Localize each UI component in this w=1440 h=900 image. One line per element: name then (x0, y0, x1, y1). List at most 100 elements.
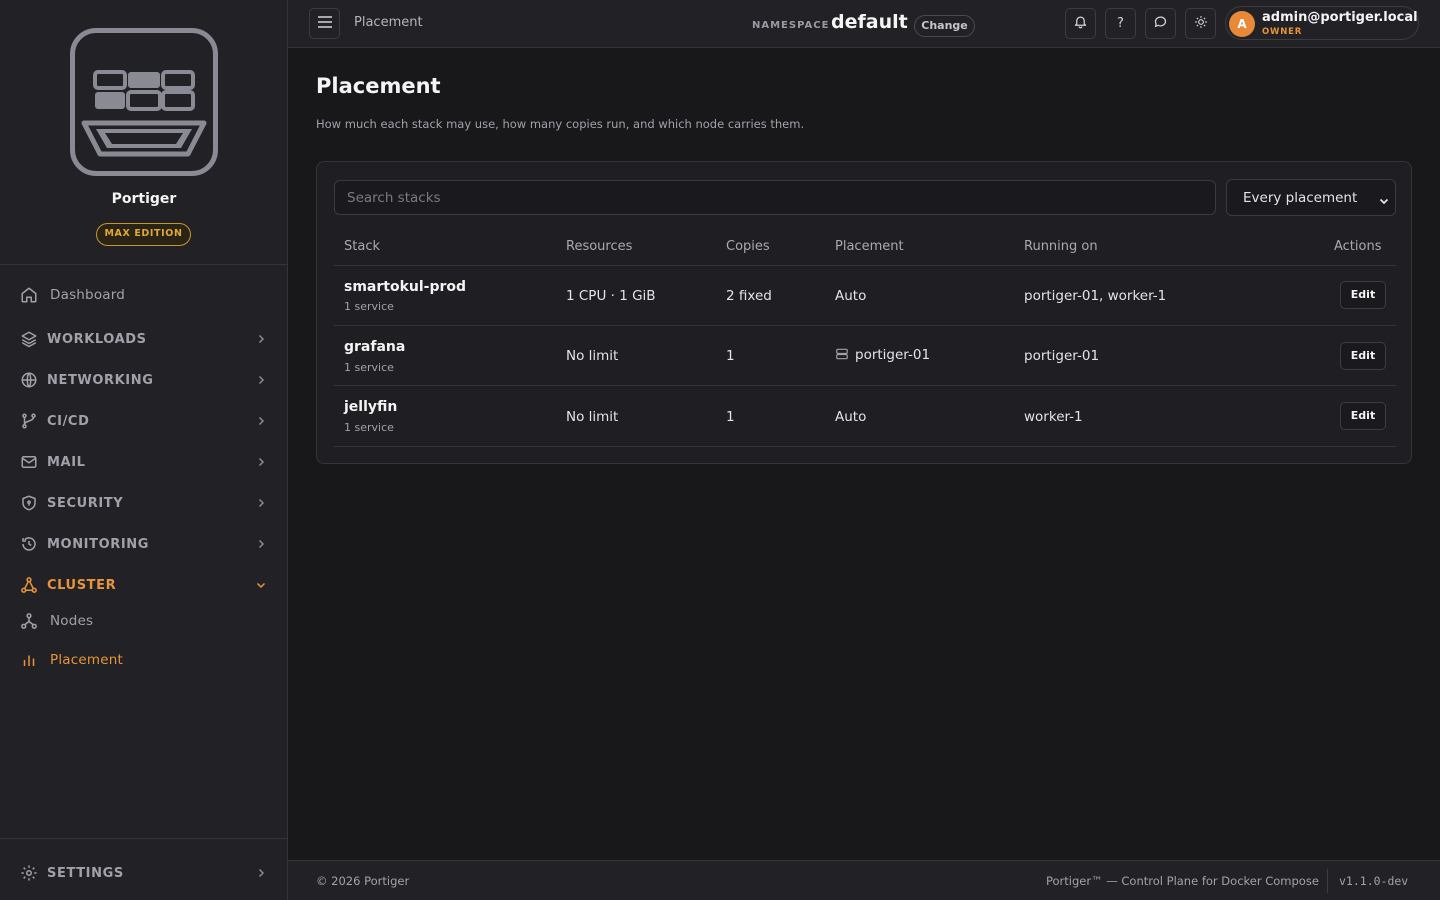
column-header-copies: Copies (726, 239, 770, 254)
chevron-right-icon (255, 374, 267, 386)
chevron-right-icon (255, 867, 267, 879)
topbar: Placement NAMESPACE default Change ? A a… (288, 0, 1440, 48)
history-icon (20, 535, 38, 553)
divider (334, 446, 1396, 447)
help-button[interactable]: ? (1105, 8, 1136, 39)
footer: © 2026 Portiger Portiger™ — Control Plan… (288, 860, 1440, 900)
chat-button[interactable] (1145, 8, 1176, 39)
chevron-down-icon (255, 579, 267, 591)
namespace-value: default (831, 11, 908, 33)
portiger-logo-icon (70, 28, 218, 176)
placement-card: Every placement Stack Resources Copies P… (316, 161, 1412, 464)
sidebar-item-cluster[interactable]: CLUSTER (0, 567, 287, 603)
gear-icon (20, 864, 38, 882)
divider (1327, 869, 1328, 893)
sidebar-item-security[interactable]: SECURITY (0, 485, 287, 521)
edit-button[interactable]: Edit (1340, 281, 1386, 309)
copyright: © 2026 Portiger (316, 874, 410, 888)
avatar: A (1229, 11, 1255, 37)
version: v1.1.0-dev (1339, 874, 1409, 888)
service-count: 1 service (344, 361, 394, 374)
sidebar-item-label: SETTINGS (47, 865, 124, 881)
layers-icon (20, 330, 38, 348)
edit-button[interactable]: Edit (1340, 402, 1386, 430)
brand-name: Portiger (111, 191, 177, 207)
sidebar-item-label: SECURITY (47, 495, 124, 511)
help-icon: ? (1117, 16, 1124, 31)
sidebar-item-label: Nodes (50, 613, 94, 629)
divider (0, 838, 287, 839)
user-email: admin@portiger.local (1262, 10, 1418, 25)
sidebar-item-label: MONITORING (47, 536, 150, 552)
sidebar-item-settings[interactable]: SETTINGS (0, 855, 287, 891)
placement-filter-select[interactable]: Every placement (1226, 179, 1396, 216)
chevron-right-icon (255, 333, 267, 345)
sidebar-item-label: CI/CD (47, 413, 90, 429)
brand-panel: Portiger MAX EDITION (0, 0, 287, 265)
page-title: Placement (316, 74, 441, 98)
sidebar-item-monitoring[interactable]: MONITORING (0, 526, 287, 562)
sidebar-item-nodes[interactable]: Nodes (0, 603, 287, 639)
server-icon (835, 347, 849, 365)
sidebar-item-label: MAIL (47, 454, 86, 470)
copies-value: 1 (726, 409, 735, 425)
running-on-value: portiger-01, worker-1 (1024, 288, 1167, 304)
divider (334, 265, 1396, 266)
nodes-icon (20, 612, 38, 630)
change-namespace-button[interactable]: Change (914, 15, 975, 37)
namespace-label: NAMESPACE (752, 20, 830, 31)
sidebar-item-dashboard[interactable]: Dashboard (0, 277, 287, 313)
stack-name[interactable]: grafana (344, 339, 405, 355)
sidebar-item-label: CLUSTER (47, 577, 117, 593)
edition-badge: MAX EDITION (96, 223, 191, 246)
user-menu[interactable]: A admin@portiger.local OWNER (1225, 6, 1419, 40)
stack-name[interactable]: smartokul-prod (344, 279, 466, 295)
sidebar-item-placement[interactable]: Placement (0, 642, 287, 678)
copies-value: 1 (726, 348, 735, 364)
resources-value: No limit (566, 409, 619, 425)
placement-value: Auto (835, 288, 867, 304)
shield-icon (20, 494, 38, 512)
divider (334, 385, 1396, 386)
stack-name[interactable]: jellyfin (344, 399, 397, 415)
bar-chart-icon (20, 651, 38, 669)
chevron-down-icon (1378, 192, 1390, 205)
sidebar-item-label: Dashboard (50, 287, 126, 303)
sidebar-item-mail[interactable]: MAIL (0, 444, 287, 480)
chevron-right-icon (255, 415, 267, 427)
menu-button[interactable] (309, 8, 340, 39)
column-header-resources: Resources (566, 239, 633, 254)
chevron-right-icon (255, 456, 267, 468)
sun-icon (1194, 15, 1208, 33)
column-header-actions: Actions (1334, 239, 1382, 254)
sidebar-item-cicd[interactable]: CI/CD (0, 403, 287, 439)
mail-icon (20, 453, 38, 471)
sidebar-item-workloads[interactable]: WORKLOADS (0, 321, 287, 357)
column-header-stack: Stack (344, 239, 380, 254)
sidebar-item-label: WORKLOADS (47, 331, 147, 347)
column-header-placement: Placement (835, 239, 904, 254)
select-value: Every placement (1243, 190, 1358, 206)
theme-toggle-button[interactable] (1185, 8, 1216, 39)
search-input[interactable] (334, 180, 1216, 215)
divider (334, 325, 1396, 326)
user-role: OWNER (1262, 27, 1303, 37)
home-icon (20, 286, 38, 304)
service-count: 1 service (344, 421, 394, 434)
sidebar-item-networking[interactable]: NETWORKING (0, 362, 287, 398)
page-subtitle: How much each stack may use, how many co… (316, 117, 805, 131)
chevron-right-icon (255, 538, 267, 550)
bell-icon (1073, 14, 1088, 33)
service-count: 1 service (344, 300, 394, 313)
column-header-running-on: Running on (1024, 239, 1098, 254)
chevron-right-icon (255, 497, 267, 509)
hamburger-icon (317, 14, 333, 33)
chat-icon (1153, 14, 1168, 33)
sidebar-item-label: Placement (50, 652, 123, 668)
placement-value: portiger-01 (855, 347, 931, 363)
resources-value: 1 CPU · 1 GiB (566, 288, 656, 304)
edit-button[interactable]: Edit (1340, 342, 1386, 370)
notifications-button[interactable] (1065, 8, 1096, 39)
product-tagline: Portiger™ — Control Plane for Docker Com… (1046, 874, 1319, 888)
sidebar: Portiger MAX EDITION Dashboard WORKLOADS… (0, 0, 288, 900)
